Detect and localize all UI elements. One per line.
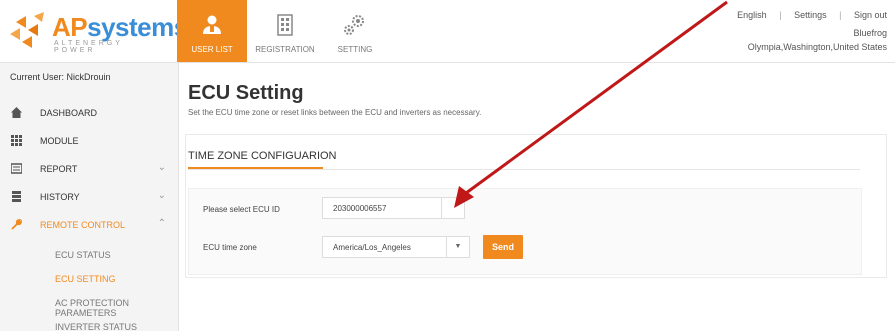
page-title: ECU Setting xyxy=(188,82,304,104)
wrench-icon xyxy=(11,219,22,230)
user-location: Olympia,Washington,United States xyxy=(747,42,887,52)
sidebar-item-label: MODULE xyxy=(40,136,79,146)
send-button[interactable]: Send xyxy=(483,235,523,259)
nav-setting[interactable]: SETTING xyxy=(320,0,390,62)
ecu-id-value: 203000006557 xyxy=(333,204,387,213)
report-icon xyxy=(11,163,22,174)
sidebar-item-label: HISTORY xyxy=(40,192,80,202)
sidebar-item-label: REPORT xyxy=(40,164,78,174)
link-separator: | xyxy=(839,10,842,20)
logo-wordmark: APsystems xyxy=(52,12,188,42)
caret-down-icon: ▼ xyxy=(446,237,469,257)
ecu-id-field[interactable]: 203000006557 xyxy=(322,197,465,219)
panel-divider xyxy=(188,169,860,170)
form-box xyxy=(188,188,862,275)
time-zone-label: ECU time zone xyxy=(203,243,257,252)
nav-user-list[interactable]: USER LIST xyxy=(177,0,247,62)
link-separator: | xyxy=(779,10,782,20)
chevron-down-icon: ⌄ xyxy=(157,190,166,201)
panel-title: TIME ZONE CONFIGUARION xyxy=(188,150,337,162)
language-link[interactable]: English xyxy=(737,10,767,20)
logo-tagline: ALTENERGY POWER xyxy=(54,40,123,54)
home-icon xyxy=(11,107,22,118)
logo-mark-icon xyxy=(10,12,44,48)
current-user: Current User: NickDrouin xyxy=(10,72,111,82)
apsystems-logo[interactable]: APsystems ALTENERGY POWER xyxy=(8,12,188,54)
sidebar-item-history[interactable]: HISTORY ⌄ xyxy=(0,183,178,211)
gears-icon xyxy=(344,15,364,35)
user-icon xyxy=(203,15,221,34)
time-zone-value: America/Los_Angeles xyxy=(333,243,411,252)
ecu-id-label: Please select ECU ID xyxy=(203,205,280,214)
database-icon xyxy=(12,191,21,202)
chevron-up-icon: ⌃ xyxy=(157,218,166,229)
sub-item-ecu-status[interactable]: ECU STATUS xyxy=(55,250,111,260)
time-zone-select[interactable]: America/Los_Angeles ▼ xyxy=(322,236,470,258)
sub-item-ecu-setting[interactable]: ECU SETTING xyxy=(55,274,116,284)
sidebar-item-label: DASHBOARD xyxy=(40,108,98,118)
nav-setting-label: SETTING xyxy=(337,45,373,54)
user-name: Bluefrog xyxy=(853,28,887,38)
nav-registration-label: REGISTRATION xyxy=(255,45,315,54)
sidebar-item-remote-control[interactable]: REMOTE CONTROL ⌃ xyxy=(0,211,178,239)
sidebar-item-label: REMOTE CONTROL xyxy=(40,220,126,230)
building-icon xyxy=(277,14,293,36)
settings-link[interactable]: Settings xyxy=(794,10,827,20)
sidebar-item-dashboard[interactable]: DASHBOARD xyxy=(0,99,178,127)
chevron-down-icon: ⌄ xyxy=(157,162,166,173)
top-links: English | Settings | Sign out Bluefrog O… xyxy=(737,10,887,52)
grid-icon xyxy=(11,135,22,146)
sub-item-ac-protection-parameters[interactable]: AC PROTECTION PARAMETERS xyxy=(55,298,178,318)
page-subtitle: Set the ECU time zone or reset links bet… xyxy=(188,108,482,117)
top-header: APsystems ALTENERGY POWER USER LIST REGI… xyxy=(0,0,895,63)
ecu-id-dropdown-button[interactable] xyxy=(441,198,464,218)
nav-registration[interactable]: REGISTRATION xyxy=(250,0,320,62)
nav-user-list-label: USER LIST xyxy=(191,45,233,54)
sidebar: Current User: NickDrouin DASHBOARD MODUL… xyxy=(0,63,179,332)
sidebar-item-module[interactable]: MODULE xyxy=(0,127,178,155)
panel-title-underline xyxy=(188,167,323,169)
signout-link[interactable]: Sign out xyxy=(854,10,887,20)
sidebar-item-report[interactable]: REPORT ⌄ xyxy=(0,155,178,183)
